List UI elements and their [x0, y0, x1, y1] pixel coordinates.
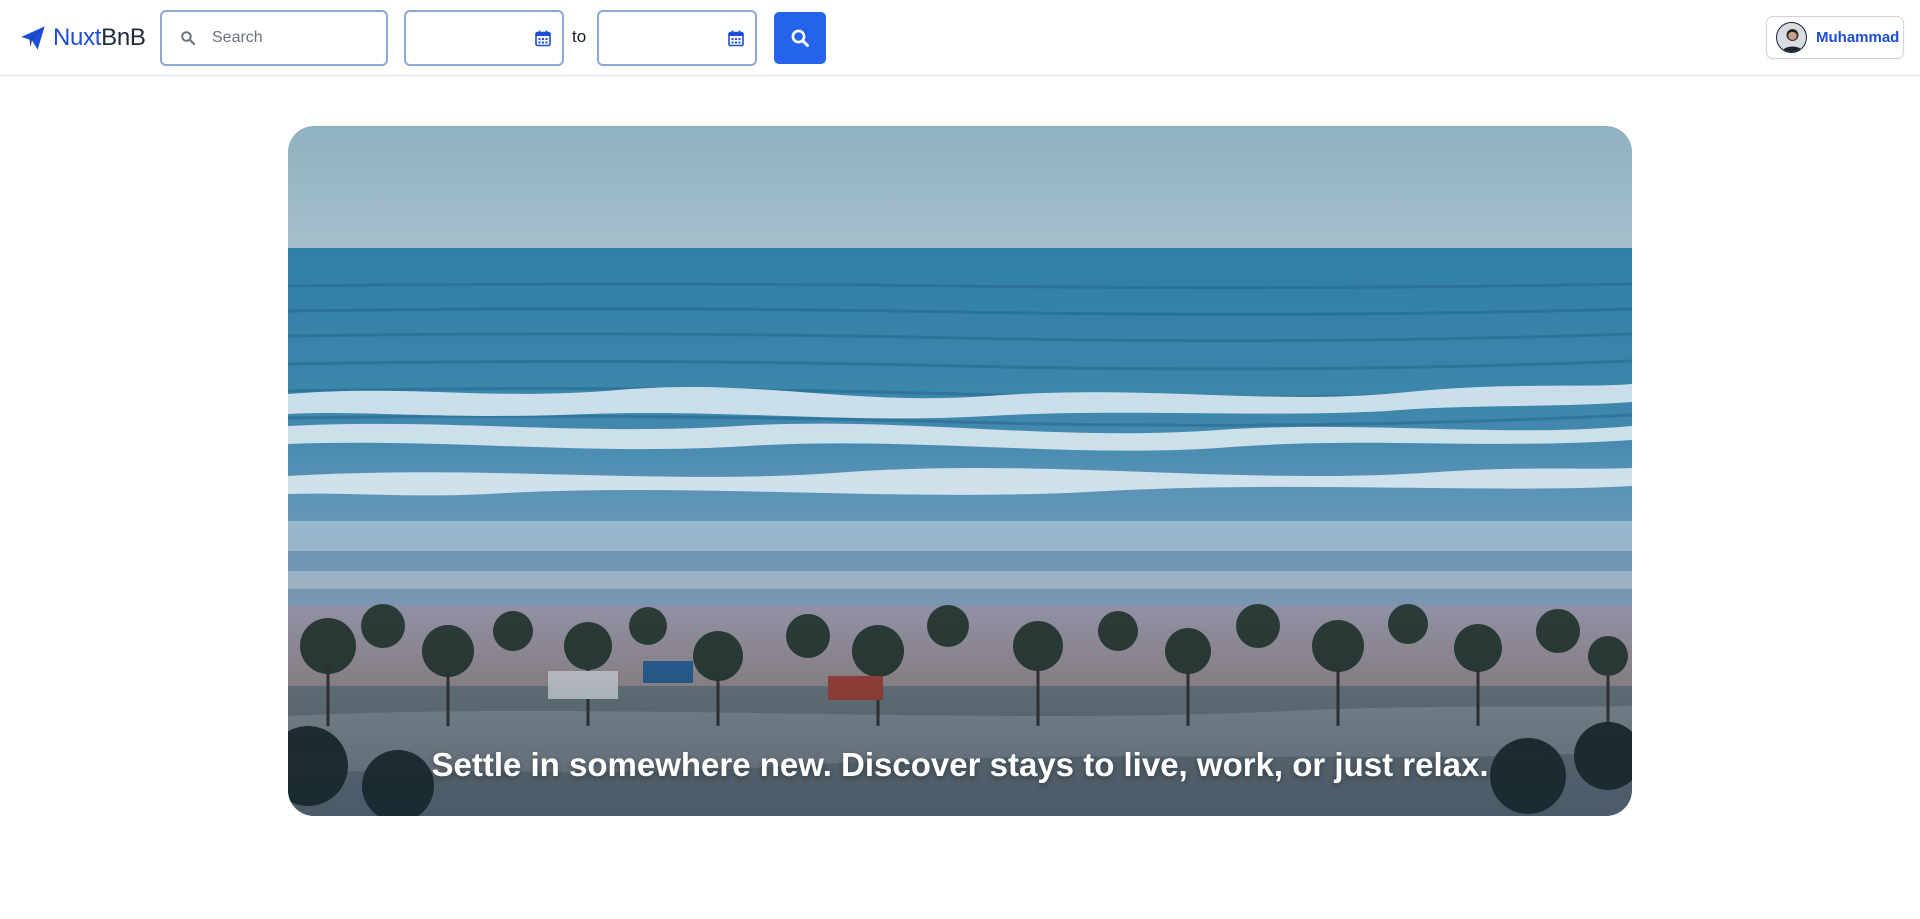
logo-text: NuxtBnB — [53, 24, 146, 52]
date-range-separator: to — [572, 27, 587, 46]
search-field[interactable] — [160, 10, 388, 66]
search-icon — [791, 29, 809, 47]
user-menu-button[interactable]: Muhammad — [1766, 16, 1904, 59]
avatar — [1776, 22, 1807, 53]
logo-text-primary: Nuxt — [53, 24, 102, 51]
search-icon — [181, 31, 196, 46]
check-in-date-input[interactable] — [404, 10, 564, 66]
calendar-icon[interactable] — [534, 29, 552, 47]
search-button[interactable] — [774, 12, 826, 64]
check-out-date-input[interactable] — [597, 10, 757, 66]
logo[interactable]: NuxtBnB — [19, 22, 146, 54]
paper-plane-icon — [21, 26, 45, 50]
hero-caption: Settle in somewhere new. Discover stays … — [431, 746, 1489, 783]
top-navbar: NuxtBnB to — [0, 0, 1920, 76]
user-name: Muhammad — [1816, 29, 1900, 46]
logo-text-secondary: BnB — [101, 24, 146, 51]
search-input[interactable] — [212, 29, 382, 47]
calendar-icon[interactable] — [727, 29, 745, 47]
beach-aerial-photo — [288, 126, 1632, 816]
hero-banner: Settle in somewhere new. Discover stays … — [288, 126, 1632, 816]
